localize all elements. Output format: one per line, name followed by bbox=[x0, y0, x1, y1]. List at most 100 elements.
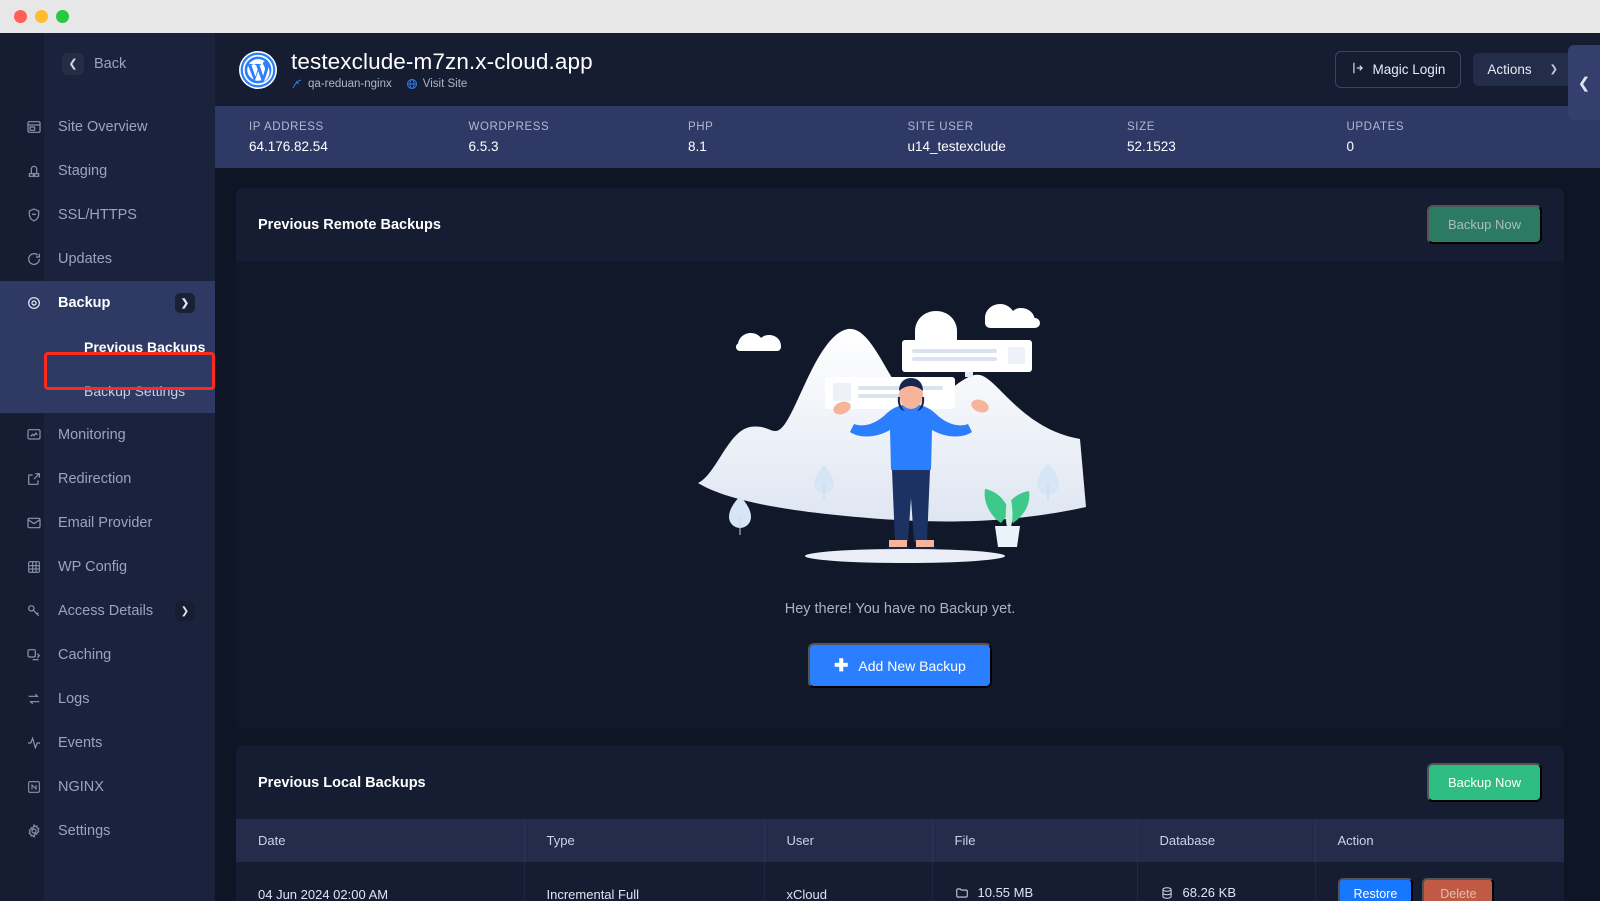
sidebar-item-email-provider[interactable]: Email Provider bbox=[0, 501, 215, 545]
site-header: testexclude-m7zn.x-cloud.app qa-reduan-n… bbox=[215, 33, 1600, 106]
cell-file-value: 10.55 MB bbox=[978, 885, 1034, 900]
empty-state-message: Hey there! You have no Backup yet. bbox=[785, 601, 1016, 617]
remote-backups-header: Previous Remote Backups Backup Now bbox=[236, 188, 1564, 261]
sidebar-subitem-label: Previous Backups bbox=[84, 339, 205, 355]
nginx-icon bbox=[25, 779, 42, 796]
column-header-database: Database bbox=[1137, 819, 1315, 862]
wordpress-icon bbox=[239, 51, 277, 89]
column-header-date: Date bbox=[236, 819, 524, 862]
sidebar-item-label: WP Config bbox=[58, 559, 127, 575]
sidebar-item-wp-config[interactable]: WP Config bbox=[0, 545, 215, 589]
add-new-backup-button[interactable]: ✚ Add New Backup bbox=[808, 643, 992, 688]
chevron-down-icon[interactable]: ❯ bbox=[1550, 64, 1558, 75]
cell-date: 04 Jun 2024 02:00 AM bbox=[236, 862, 524, 901]
sidebar-item-label: Updates bbox=[58, 251, 112, 267]
header-actions: Magic Login Actions ❯ bbox=[1335, 51, 1572, 88]
chevron-left-icon[interactable]: ❮ bbox=[1568, 45, 1600, 120]
stat-php: PHP 8.1 bbox=[688, 121, 908, 154]
column-header-file: File bbox=[932, 819, 1137, 862]
chevron-left-icon[interactable]: ❮ bbox=[62, 53, 84, 75]
column-header-action: Action bbox=[1315, 819, 1564, 862]
magic-login-button[interactable]: Magic Login bbox=[1335, 51, 1462, 88]
cell-action: Restore Delete bbox=[1315, 862, 1564, 901]
sidebar-item-settings[interactable]: Settings bbox=[0, 809, 215, 853]
stat-label: PHP bbox=[688, 121, 908, 133]
empty-state-illustration bbox=[690, 283, 1110, 595]
globe-icon bbox=[406, 78, 418, 90]
maximize-window-icon[interactable] bbox=[56, 10, 69, 23]
stat-value: 6.5.3 bbox=[469, 139, 689, 154]
sidebar-nav: Site Overview Staging SSL/HTTPS Updates bbox=[0, 105, 215, 853]
plus-icon: ✚ bbox=[834, 657, 848, 674]
refresh-icon bbox=[25, 251, 42, 268]
cell-type: Incremental Full bbox=[524, 862, 764, 901]
cell-file: 10.55 MB bbox=[932, 862, 1137, 901]
cell-user: xCloud bbox=[764, 862, 932, 901]
sidebar-item-staging[interactable]: Staging bbox=[0, 149, 215, 193]
remote-backup-now-button[interactable]: Backup Now bbox=[1427, 205, 1542, 244]
stat-updates: UPDATES 0 bbox=[1347, 121, 1567, 154]
local-backups-card: Previous Local Backups Backup Now Date T… bbox=[236, 746, 1564, 901]
remote-backups-title: Previous Remote Backups bbox=[258, 217, 441, 233]
sidebar-item-events[interactable]: Events bbox=[0, 721, 215, 765]
sidebar: ❮ Back Site Overview Staging SSL/H bbox=[0, 33, 215, 901]
sidebar-item-label: Email Provider bbox=[58, 515, 152, 531]
local-backup-now-button[interactable]: Backup Now bbox=[1427, 763, 1542, 802]
sidebar-group-backup: Backup ❯ Previous Backups Backup Setting… bbox=[0, 281, 215, 413]
main-content: testexclude-m7zn.x-cloud.app qa-reduan-n… bbox=[215, 33, 1600, 901]
stat-value: 64.176.82.54 bbox=[249, 139, 469, 154]
sidebar-item-label: Monitoring bbox=[58, 427, 126, 443]
actions-dropdown[interactable]: Actions ❯ bbox=[1473, 53, 1572, 86]
sidebar-item-label: Staging bbox=[58, 163, 107, 179]
sidebar-item-ssl-https[interactable]: SSL/HTTPS bbox=[0, 193, 215, 237]
stat-label: WORDPRESS bbox=[469, 121, 689, 133]
restore-button[interactable]: Restore bbox=[1338, 878, 1414, 901]
table-header-row: Date Type User File Database Action bbox=[236, 819, 1564, 862]
sidebar-item-updates[interactable]: Updates bbox=[0, 237, 215, 281]
backup-icon bbox=[25, 295, 42, 312]
sidebar-item-label: Site Overview bbox=[58, 119, 147, 135]
sidebar-item-previous-backups[interactable]: Previous Backups bbox=[0, 325, 215, 369]
sidebar-item-label: Redirection bbox=[58, 471, 131, 487]
chevron-down-icon[interactable]: ❯ bbox=[175, 293, 195, 313]
visit-site-link[interactable]: Visit Site bbox=[406, 78, 468, 90]
sidebar-item-access-details[interactable]: Access Details ❯ bbox=[0, 589, 215, 633]
magic-login-label: Magic Login bbox=[1373, 62, 1446, 77]
window-titlebar bbox=[0, 0, 1600, 33]
chevron-right-icon[interactable]: ❯ bbox=[175, 601, 195, 621]
folder-icon bbox=[955, 886, 969, 900]
sidebar-item-caching[interactable]: Caching bbox=[0, 633, 215, 677]
external-link-icon bbox=[25, 471, 42, 488]
minimize-window-icon[interactable] bbox=[35, 10, 48, 23]
table-body: 04 Jun 2024 02:00 AM Incremental Full xC… bbox=[236, 862, 1564, 901]
back-nav[interactable]: ❮ Back bbox=[0, 33, 215, 81]
server-chip[interactable]: qa-reduan-nginx bbox=[291, 78, 392, 90]
local-backups-table: Date Type User File Database Action 04 J… bbox=[236, 819, 1564, 901]
sidebar-item-nginx[interactable]: NGINX bbox=[0, 765, 215, 809]
delete-button[interactable]: Delete bbox=[1422, 878, 1494, 901]
app-shell: ❮ Back Site Overview Staging SSL/H bbox=[0, 33, 1600, 901]
stat-site-user: SITE USER u14_testexclude bbox=[908, 121, 1128, 154]
stat-value: 52.1523 bbox=[1127, 139, 1347, 154]
sidebar-item-label: Access Details bbox=[58, 603, 153, 619]
sidebar-item-logs[interactable]: Logs bbox=[0, 677, 215, 721]
column-header-type: Type bbox=[524, 819, 764, 862]
wp-config-icon bbox=[25, 559, 42, 576]
close-window-icon[interactable] bbox=[14, 10, 27, 23]
sidebar-item-site-overview[interactable]: Site Overview bbox=[0, 105, 215, 149]
stat-label: SIZE bbox=[1127, 121, 1347, 133]
stat-size: SIZE 52.1523 bbox=[1127, 121, 1347, 154]
server-icon bbox=[291, 78, 303, 90]
page-title: testexclude-m7zn.x-cloud.app bbox=[291, 49, 1335, 75]
table-header: Date Type User File Database Action bbox=[236, 819, 1564, 862]
sidebar-item-monitoring[interactable]: Monitoring bbox=[0, 413, 215, 457]
sidebar-item-backup-settings[interactable]: Backup Settings bbox=[0, 369, 215, 413]
site-stats-bar: IP ADDRESS 64.176.82.54 WORDPRESS 6.5.3 … bbox=[215, 106, 1600, 168]
table-row: 04 Jun 2024 02:00 AM Incremental Full xC… bbox=[236, 862, 1564, 901]
sidebar-item-label: Backup bbox=[58, 295, 110, 311]
staging-icon bbox=[25, 163, 42, 180]
sidebar-item-backup[interactable]: Backup ❯ bbox=[0, 281, 215, 325]
sidebar-item-label: Settings bbox=[58, 823, 110, 839]
sidebar-item-redirection[interactable]: Redirection bbox=[0, 457, 215, 501]
cell-database: 68.26 KB bbox=[1137, 862, 1315, 901]
